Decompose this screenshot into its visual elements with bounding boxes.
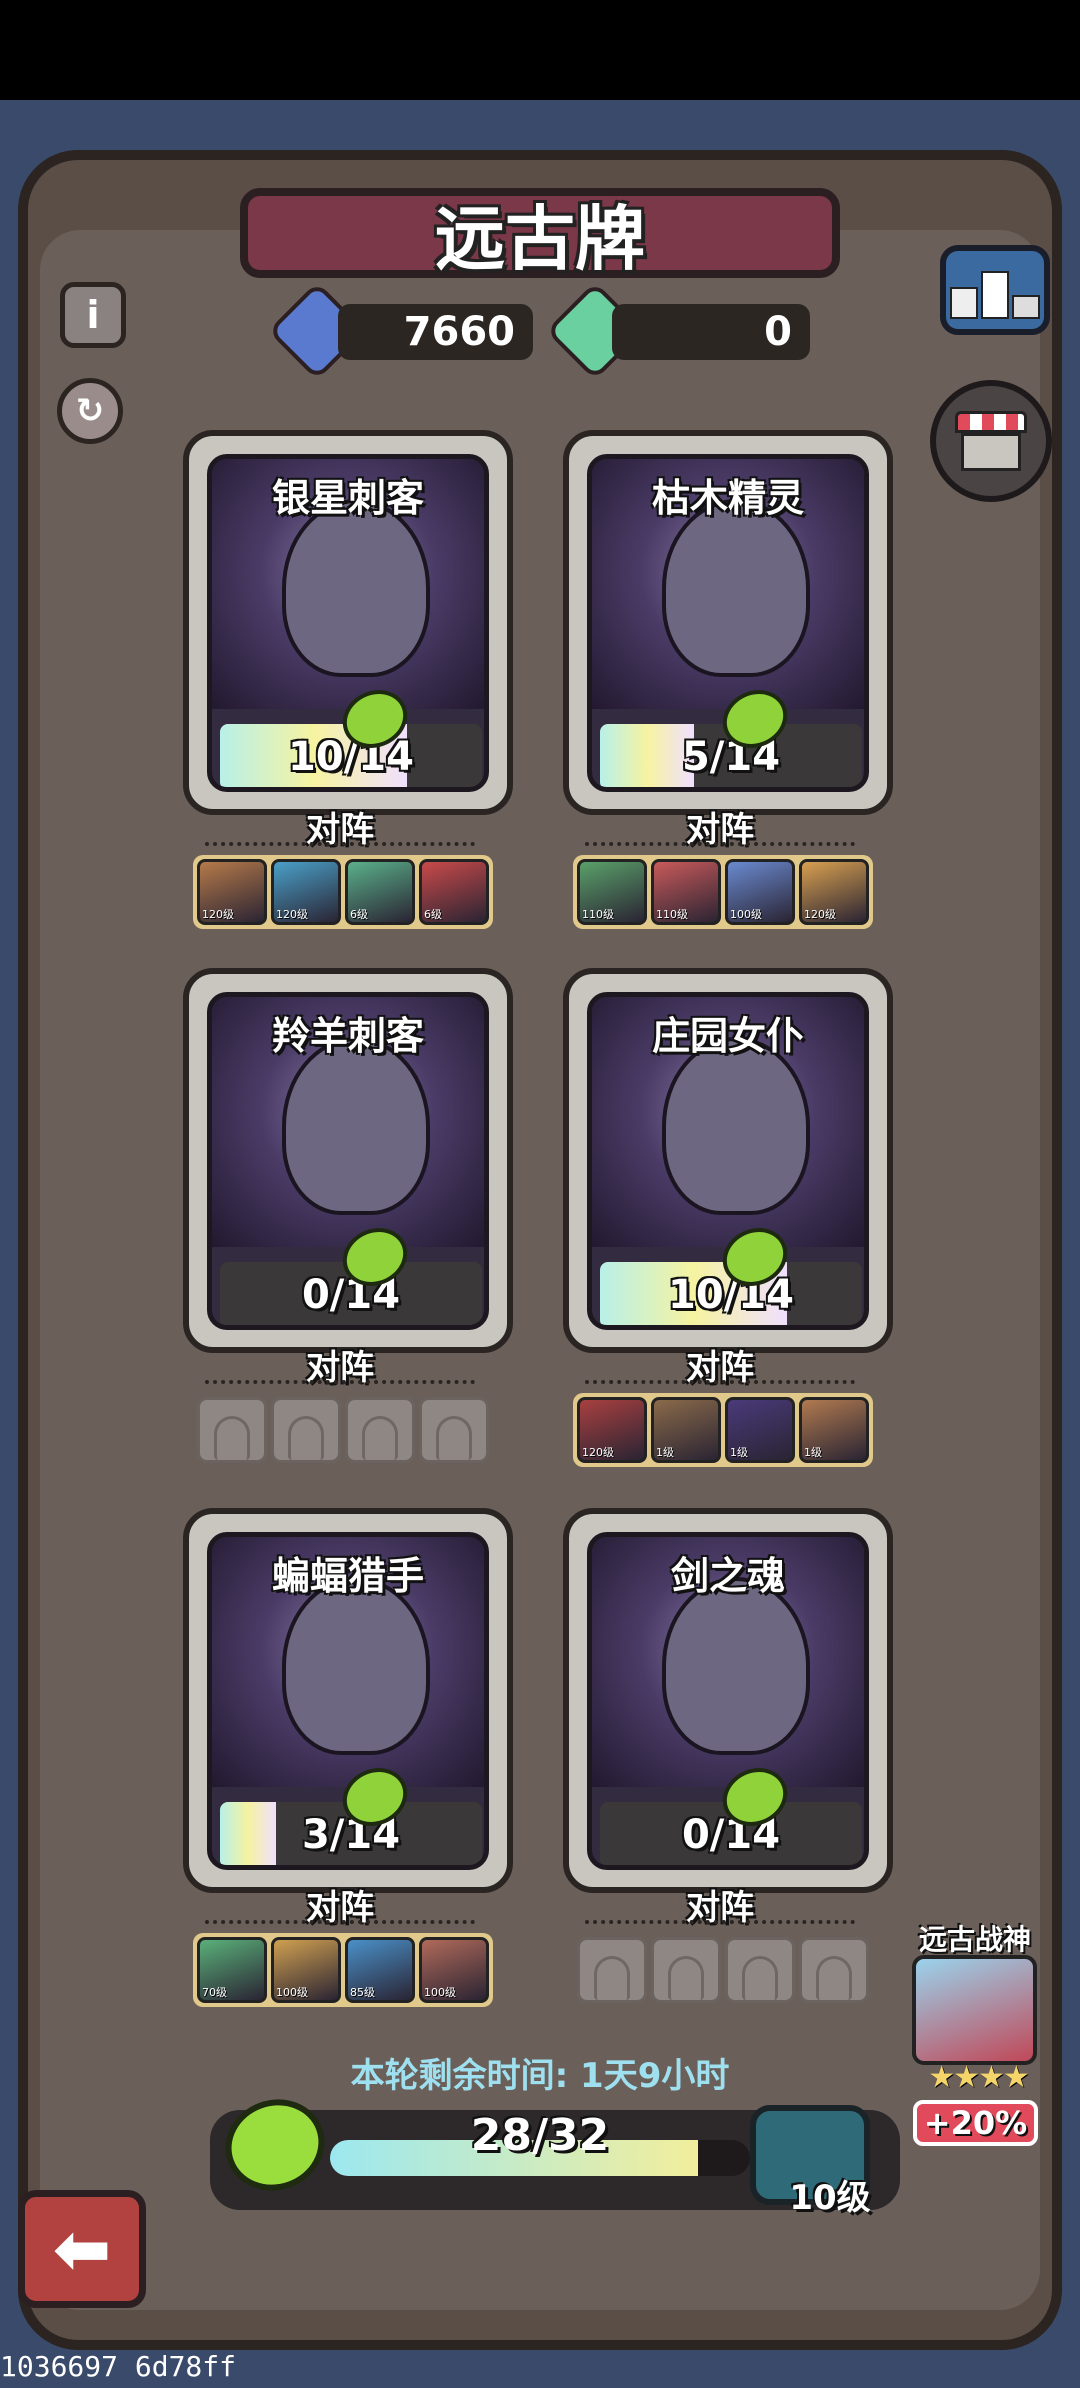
page-title: 远古牌 — [435, 196, 645, 280]
hero-level: 120级 — [202, 908, 234, 921]
shop-icon — [955, 411, 1027, 471]
hero-card[interactable]: 剑之魂 0/14 — [563, 1508, 893, 1893]
enemy-hero-avatar[interactable]: 100级 — [271, 1937, 341, 2003]
hero-level: 110级 — [656, 908, 688, 921]
hero-name: 蝙蝠猎手 — [271, 1554, 424, 1598]
build-id: 1036697 6d78ff — [0, 2350, 237, 2383]
ancient-god-bonus: +20% — [913, 2100, 1038, 2146]
enemy-hero-avatar[interactable]: 120级 — [577, 1397, 647, 1463]
enemy-hero-avatar[interactable]: 100级 — [419, 1937, 489, 2003]
back-button[interactable]: ⬅ — [18, 2190, 146, 2308]
enemy-hero-avatar[interactable]: 120级 — [197, 859, 267, 925]
green-gem-count: 0 — [612, 304, 810, 360]
hero-level: 100级 — [730, 908, 762, 921]
enemy-hero-avatar[interactable]: 120级 — [799, 859, 869, 925]
info-button[interactable]: i — [60, 282, 126, 348]
ranking-button[interactable] — [940, 245, 1050, 335]
hero-name: 银星刺客 — [271, 476, 424, 520]
hero-level: 120级 — [804, 908, 836, 921]
refresh-button[interactable]: ↻ — [57, 378, 123, 444]
enemy-hero-avatar[interactable]: 110级 — [651, 859, 721, 925]
empty-slot — [725, 1937, 795, 2003]
enemy-lineup: 70级 100级 85级 100级 — [193, 1933, 493, 2007]
person-placeholder-icon — [288, 1416, 324, 1460]
person-placeholder-icon — [362, 1416, 398, 1460]
hero-name: 枯木精灵 — [651, 476, 804, 520]
ancient-god-portrait[interactable] — [912, 1955, 1037, 2065]
person-placeholder-icon — [594, 1956, 630, 2000]
empty-slot — [577, 1937, 647, 2003]
info-icon: i — [86, 293, 100, 337]
person-placeholder-icon — [816, 1956, 852, 2000]
hero-card[interactable]: 蝙蝠猎手 3/14 — [183, 1508, 513, 1893]
empty-slot — [345, 1397, 415, 1463]
divider — [205, 1380, 475, 1384]
enemy-hero-avatar[interactable]: 120级 — [271, 859, 341, 925]
person-placeholder-icon — [668, 1956, 704, 2000]
enemy-lineup — [573, 1933, 873, 2007]
enemy-hero-avatar[interactable]: 6级 — [345, 859, 415, 925]
enemy-hero-avatar[interactable]: 1级 — [725, 1397, 795, 1463]
enemy-lineup — [193, 1393, 493, 1467]
hero-level: 1级 — [730, 1446, 748, 1459]
hero-level: 1级 — [656, 1446, 674, 1459]
enemy-lineup: 120级 120级 6级 6级 — [193, 855, 493, 929]
card-frame: 剑之魂 0/14 — [587, 1532, 869, 1870]
enemy-hero-avatar[interactable]: 70级 — [197, 1937, 267, 2003]
hero-level: 110级 — [582, 908, 614, 921]
hero-card[interactable]: 羚羊刺客 0/14 — [183, 968, 513, 1353]
divider — [585, 842, 855, 846]
person-placeholder-icon — [436, 1416, 472, 1460]
hero-level: 100级 — [424, 1986, 456, 1999]
card-frame: 庄园女仆 10/14 — [587, 992, 869, 1330]
enemy-hero-avatar[interactable]: 6级 — [419, 859, 489, 925]
empty-slot — [419, 1397, 489, 1463]
hero-level: 120级 — [276, 908, 308, 921]
card-frame: 枯木精灵 5/14 — [587, 454, 869, 792]
title-banner: 远古牌 — [240, 188, 840, 280]
enemy-lineup: 110级 110级 100级 120级 — [573, 855, 873, 929]
blue-gem-count: 7660 — [338, 304, 533, 360]
hero-level: 85级 — [350, 1986, 375, 1999]
divider — [585, 1380, 855, 1384]
hero-name: 剑之魂 — [670, 1554, 785, 1598]
ranking-podium-icon — [950, 271, 1040, 319]
divider — [205, 1920, 475, 1924]
hero-card[interactable]: 银星刺客 10/14 — [183, 430, 513, 815]
refresh-icon: ↻ — [75, 391, 105, 431]
empty-slot — [799, 1937, 869, 2003]
card-frame: 蝙蝠猎手 3/14 — [207, 1532, 489, 1870]
enemy-hero-avatar[interactable]: 1级 — [651, 1397, 721, 1463]
empty-slot — [651, 1937, 721, 2003]
divider — [205, 842, 475, 846]
hero-card[interactable]: 枯木精灵 5/14 — [563, 430, 893, 815]
hero-level: 100级 — [276, 1986, 308, 1999]
divider — [585, 1920, 855, 1924]
hero-name: 羚羊刺客 — [271, 1014, 424, 1058]
enemy-hero-avatar[interactable]: 1级 — [799, 1397, 869, 1463]
card-frame: 羚羊刺客 0/14 — [207, 992, 489, 1330]
shop-button[interactable] — [930, 380, 1052, 502]
ancient-god-label: 远古战神 — [918, 1923, 1031, 1956]
hero-level: 1级 — [804, 1446, 822, 1459]
enemy-hero-avatar[interactable]: 85级 — [345, 1937, 415, 2003]
hero-level: 70级 — [202, 1986, 227, 1999]
empty-slot — [197, 1397, 267, 1463]
hero-card[interactable]: 庄园女仆 10/14 — [563, 968, 893, 1353]
empty-slot — [271, 1397, 341, 1463]
hero-level: 6级 — [350, 908, 368, 921]
person-placeholder-icon — [742, 1956, 778, 2000]
enemy-hero-avatar[interactable]: 100级 — [725, 859, 795, 925]
chest-level: 10级 — [789, 2178, 871, 2218]
hero-level: 120级 — [582, 1446, 614, 1459]
back-arrow-icon: ⬅ — [52, 2208, 112, 2290]
overall-progress-text: 28/32 — [470, 2110, 610, 2161]
hero-name: 庄园女仆 — [651, 1014, 804, 1058]
enemy-hero-avatar[interactable]: 110级 — [577, 859, 647, 925]
enemy-lineup: 120级 1级 1级 1级 — [573, 1393, 873, 1467]
hero-level: 6级 — [424, 908, 442, 921]
card-frame: 银星刺客 10/14 — [207, 454, 489, 792]
ancient-god-stars: ★★★★ — [928, 2060, 1030, 2095]
person-placeholder-icon — [214, 1416, 250, 1460]
